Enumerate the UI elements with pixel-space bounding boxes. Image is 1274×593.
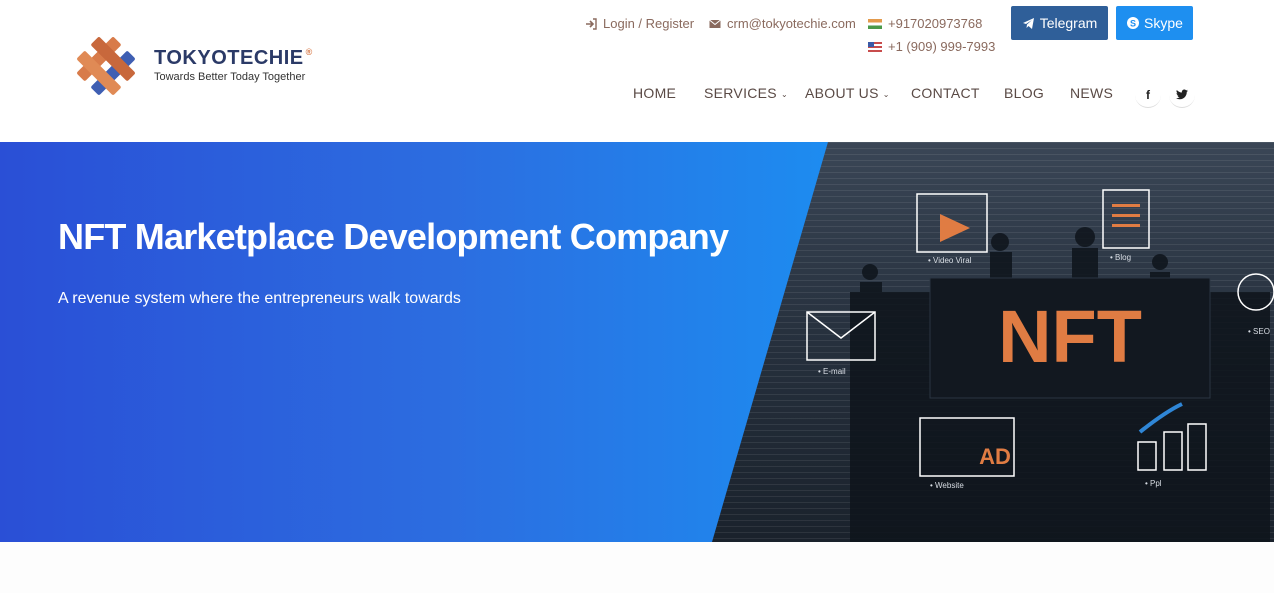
page: TOKYOTECHIE ® Towards Better Today Togeth… <box>0 0 1274 593</box>
chevron-down-icon: ⌄ <box>882 89 890 99</box>
nav-services-label: SERVICES <box>704 85 777 101</box>
hero-image: NFT AD • Video Viral • Blog • E-mail • S… <box>712 142 1274 542</box>
phone-india-link[interactable]: +917020973768 <box>868 16 982 31</box>
twitter-icon[interactable] <box>1169 82 1195 108</box>
ad-text: AD <box>979 444 1011 469</box>
video-viral-label: • Video Viral <box>928 256 972 265</box>
twitter-bird-icon <box>1176 89 1188 100</box>
seo-label: • SEO <box>1248 327 1270 336</box>
content-area <box>0 542 1274 593</box>
nav-home[interactable]: HOME <box>633 85 676 101</box>
logo-name: TOKYOTECHIE ® <box>154 47 313 70</box>
skype-icon: S <box>1127 17 1140 29</box>
nav-about-us-label: ABOUT US <box>805 85 879 101</box>
login-register-label: Login / Register <box>603 16 695 31</box>
logo-tagline: Towards Better Today Together <box>154 71 306 83</box>
skype-label: Skype <box>1144 15 1183 31</box>
login-register-link[interactable]: Login / Register <box>585 16 694 31</box>
phone-india: +917020973768 <box>888 16 983 31</box>
phone-us-link[interactable]: +1 (909) 999-7993 <box>868 39 995 54</box>
nav-contact[interactable]: CONTACT <box>911 85 980 101</box>
telegram-label: Telegram <box>1039 15 1098 31</box>
email-channel-label: • E-mail <box>818 367 846 376</box>
site-logo[interactable]: TOKYOTECHIE ® Towards Better Today Togeth… <box>72 34 342 98</box>
india-flag-icon <box>868 18 882 29</box>
nav-about-us[interactable]: ABOUT US ⌄ <box>805 85 890 101</box>
website-label: • Website <box>930 481 964 490</box>
nft-text: NFT <box>998 295 1142 378</box>
telegram-icon <box>1022 18 1034 29</box>
nav-news[interactable]: NEWS <box>1070 85 1113 101</box>
sign-in-icon <box>586 17 597 30</box>
email-link[interactable]: crm@tokyotechie.com <box>709 16 856 31</box>
hero-banner: NFT AD • Video Viral • Blog • E-mail • S… <box>0 142 1274 542</box>
hero-title: NFT Marketplace Development Company <box>58 216 729 257</box>
skype-button[interactable]: S Skype <box>1116 6 1193 40</box>
facebook-icon[interactable]: f <box>1135 82 1161 108</box>
logo-name-part2: TECHIE <box>227 47 304 69</box>
us-flag-icon <box>868 41 882 52</box>
registered-mark: ® <box>305 47 313 57</box>
phone-us: +1 (909) 999-7993 <box>888 39 996 54</box>
ppl-label: • Ppl <box>1145 479 1162 488</box>
hero-subtitle: A revenue system where the entrepreneurs… <box>58 290 461 307</box>
logo-mark-icon <box>77 37 135 95</box>
telegram-button[interactable]: Telegram <box>1011 6 1108 40</box>
site-header: TOKYOTECHIE ® Towards Better Today Togeth… <box>0 0 1274 142</box>
chevron-down-icon: ⌄ <box>780 89 788 99</box>
svg-text:S: S <box>1130 19 1136 29</box>
nav-blog[interactable]: BLOG <box>1004 85 1044 101</box>
blog-label: • Blog <box>1110 253 1131 262</box>
nav-services[interactable]: SERVICES ⌄ <box>704 85 788 101</box>
email-address: crm@tokyotechie.com <box>727 16 856 31</box>
envelope-icon <box>709 19 721 28</box>
logo-name-part1: TOKYO <box>154 47 228 69</box>
